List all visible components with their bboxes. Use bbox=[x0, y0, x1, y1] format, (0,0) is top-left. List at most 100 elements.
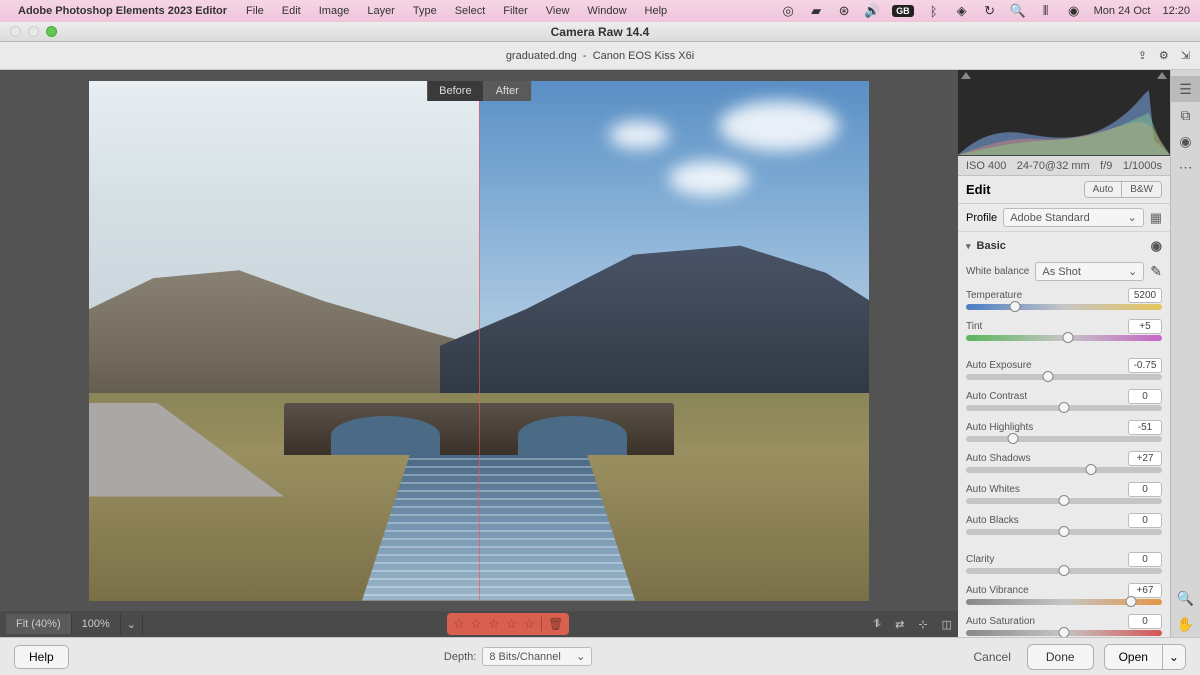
tint-label: Tint bbox=[966, 321, 1128, 332]
saturation-slider[interactable] bbox=[966, 630, 1162, 636]
zoom-dropdown-icon[interactable]: ⌄ bbox=[121, 614, 143, 635]
crop-tool-icon[interactable]: ⧉ bbox=[1171, 102, 1200, 128]
menu-window[interactable]: Window bbox=[578, 5, 635, 17]
menu-layer[interactable]: Layer bbox=[358, 5, 404, 17]
reject-trash-icon[interactable]: 🗑 bbox=[541, 617, 563, 631]
highlights-slider[interactable] bbox=[966, 436, 1162, 442]
edit-tool-icon[interactable]: ☰ bbox=[1171, 76, 1200, 102]
white-balance-select[interactable]: As Shot⌄ bbox=[1035, 262, 1144, 281]
before-after-divider[interactable] bbox=[479, 81, 480, 601]
menubar-date[interactable]: Mon 24 Oct bbox=[1094, 5, 1151, 17]
blacks-value[interactable]: 0 bbox=[1128, 513, 1162, 528]
swap-before-after-icon[interactable]: ⇄ bbox=[895, 618, 904, 631]
depth-select[interactable]: 8 Bits/Channel⌄ bbox=[482, 647, 592, 666]
contrast-slider[interactable] bbox=[966, 405, 1162, 411]
vibrance-slider[interactable] bbox=[966, 599, 1162, 605]
before-label: Before bbox=[427, 81, 483, 101]
open-button[interactable]: Open⌄ bbox=[1104, 644, 1186, 670]
shadows-value[interactable]: +27 bbox=[1128, 451, 1162, 466]
temperature-value[interactable]: 5200 bbox=[1128, 288, 1162, 303]
star-2-icon[interactable]: ☆ bbox=[470, 616, 482, 632]
bw-button[interactable]: B&W bbox=[1121, 182, 1161, 197]
star-1-icon[interactable]: ☆ bbox=[453, 616, 465, 632]
histogram[interactable] bbox=[958, 70, 1170, 156]
menu-image[interactable]: Image bbox=[310, 5, 359, 17]
contrast-value[interactable]: 0 bbox=[1128, 389, 1162, 404]
more-tools-icon[interactable]: ⋯ bbox=[1171, 154, 1200, 180]
bluetooth-icon[interactable]: ᛒ bbox=[926, 3, 942, 19]
tint-value[interactable]: +5 bbox=[1128, 319, 1162, 334]
copy-settings-icon[interactable]: ⊹ bbox=[918, 618, 927, 631]
temperature-slider[interactable] bbox=[966, 304, 1162, 310]
collapse-icon[interactable]: ⇲ bbox=[1181, 49, 1190, 62]
shadows-slider[interactable] bbox=[966, 467, 1162, 473]
menu-type[interactable]: Type bbox=[404, 5, 446, 17]
share-icon[interactable]: ⇪ bbox=[1138, 49, 1147, 62]
menu-edit[interactable]: Edit bbox=[273, 5, 310, 17]
blacks-slider[interactable] bbox=[966, 529, 1162, 535]
menubar-status-area: ◎ ▰ ⊛ 🔊 GB ᛒ ◈ ↻ 🔍 ⫴ ◉ Mon 24 Oct 12:20 bbox=[780, 3, 1190, 19]
settings-gear-icon[interactable]: ⚙ bbox=[1159, 49, 1169, 62]
highlights-value[interactable]: -51 bbox=[1128, 420, 1162, 435]
highlight-clipping-icon[interactable] bbox=[1157, 72, 1167, 79]
cycle-view-icon[interactable]: ⥮ bbox=[873, 618, 881, 631]
photo-preview[interactable]: Before After bbox=[89, 81, 869, 601]
white-balance-label: White balance bbox=[966, 266, 1029, 277]
basic-section-header[interactable]: ▾ Basic ◉ bbox=[958, 232, 1170, 260]
blacks-label: Auto Blacks bbox=[966, 515, 1128, 526]
shadow-clipping-icon[interactable] bbox=[961, 72, 971, 79]
clarity-value[interactable]: 0 bbox=[1128, 552, 1162, 567]
siri-icon[interactable]: ◉ bbox=[1066, 3, 1082, 19]
clarity-slider[interactable] bbox=[966, 568, 1162, 574]
record-icon[interactable]: ◎ bbox=[780, 3, 796, 19]
adjustments-scroll[interactable]: ▾ Basic ◉ White balance As Shot⌄ ✎ Tempe… bbox=[958, 232, 1170, 637]
menu-view[interactable]: View bbox=[537, 5, 579, 17]
done-button[interactable]: Done bbox=[1027, 644, 1094, 670]
compare-view-icon[interactable]: ◫ bbox=[942, 618, 952, 631]
minimize-window-button[interactable] bbox=[28, 26, 39, 37]
zoom-tool-icon[interactable]: 🔍 bbox=[1171, 585, 1200, 611]
open-dropdown-icon[interactable]: ⌄ bbox=[1162, 645, 1185, 669]
cancel-button[interactable]: Cancel bbox=[968, 650, 1017, 664]
timemachine-icon[interactable]: ↻ bbox=[982, 3, 998, 19]
shadows-label: Auto Shadows bbox=[966, 453, 1128, 464]
exposure-value[interactable]: -0.75 bbox=[1128, 358, 1162, 373]
whites-slider[interactable] bbox=[966, 498, 1162, 504]
star-3-icon[interactable]: ☆ bbox=[488, 616, 500, 632]
menu-file[interactable]: File bbox=[237, 5, 273, 17]
eyedropper-icon[interactable]: ✎ bbox=[1150, 263, 1162, 280]
chevron-down-icon: ⌄ bbox=[1128, 265, 1137, 278]
menu-filter[interactable]: Filter bbox=[494, 5, 536, 17]
menubar-time[interactable]: 12:20 bbox=[1162, 5, 1190, 17]
tint-slider[interactable] bbox=[966, 335, 1162, 341]
saturation-value[interactable]: 0 bbox=[1128, 614, 1162, 629]
footer: Help Depth: 8 Bits/Channel⌄ Cancel Done … bbox=[0, 637, 1200, 675]
redeye-tool-icon[interactable]: ◉ bbox=[1171, 128, 1200, 154]
exposure-slider[interactable] bbox=[966, 374, 1162, 380]
creative-cloud-icon[interactable]: ⊛ bbox=[836, 3, 852, 19]
control-center-icon[interactable]: ⫴ bbox=[1038, 3, 1054, 19]
profile-browser-icon[interactable]: ▦ bbox=[1150, 210, 1162, 226]
star-4-icon[interactable]: ☆ bbox=[506, 616, 518, 632]
vibrance-value[interactable]: +67 bbox=[1128, 583, 1162, 598]
zoom-window-button[interactable] bbox=[46, 26, 57, 37]
spotlight-icon[interactable]: 🔍 bbox=[1010, 3, 1026, 19]
volume-icon[interactable]: 🔊 bbox=[864, 3, 880, 19]
app-name[interactable]: Adobe Photoshop Elements 2023 Editor bbox=[18, 5, 227, 17]
help-button[interactable]: Help bbox=[14, 645, 69, 669]
input-source-badge[interactable]: GB bbox=[892, 5, 914, 17]
zoom-fit-button[interactable]: Fit (40%) bbox=[6, 614, 72, 634]
window-titlebar: Camera Raw 14.4 bbox=[0, 22, 1200, 42]
menu-help[interactable]: Help bbox=[636, 5, 677, 17]
profile-select[interactable]: Adobe Standard⌄ bbox=[1003, 208, 1144, 227]
hand-tool-icon[interactable]: ✋ bbox=[1171, 611, 1200, 637]
star-5-icon[interactable]: ☆ bbox=[523, 616, 535, 632]
auto-button[interactable]: Auto bbox=[1085, 182, 1122, 197]
wifi-icon[interactable]: ◈ bbox=[954, 3, 970, 19]
notification-icon[interactable]: ▰ bbox=[808, 3, 824, 19]
whites-value[interactable]: 0 bbox=[1128, 482, 1162, 497]
visibility-eye-icon[interactable]: ◉ bbox=[1151, 238, 1162, 254]
menu-select[interactable]: Select bbox=[446, 5, 495, 17]
close-window-button[interactable] bbox=[10, 26, 21, 37]
zoom-100-button[interactable]: 100% bbox=[72, 614, 121, 634]
